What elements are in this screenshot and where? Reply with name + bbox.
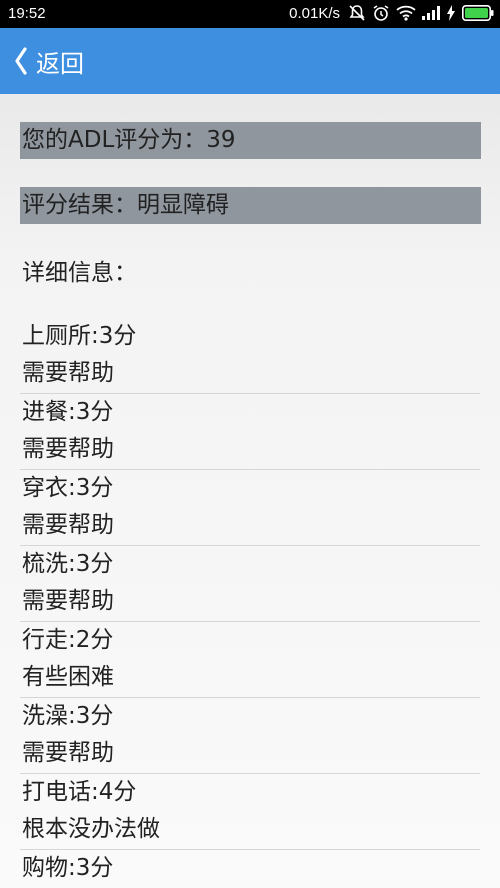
- charging-icon: [446, 5, 456, 21]
- adl-score-banner: 您的ADL评分为：39: [20, 122, 481, 159]
- detail-item: 行走:2分 有些困难: [20, 622, 480, 698]
- result-banner: 评分结果：明显障碍: [20, 187, 481, 224]
- item-score: 上厕所:3分: [22, 323, 137, 349]
- detail-item: 购物:3分: [20, 850, 480, 888]
- detail-heading: 详细信息：: [22, 260, 137, 286]
- mute-icon: [348, 4, 366, 22]
- item-status: 需要帮助: [22, 512, 114, 538]
- detail-item: 穿衣:3分 需要帮助: [20, 470, 480, 546]
- item-status: 需要帮助: [22, 740, 114, 766]
- back-label: 返回: [36, 49, 84, 78]
- item-score: 购物:3分: [22, 855, 114, 881]
- status-bar: 19:52 0.01K/s: [0, 0, 500, 28]
- result-content: 您的ADL评分为：39 评分结果：明显障碍 详细信息： 上厕所:3分 需要帮助 …: [0, 94, 500, 888]
- item-status: 需要帮助: [22, 360, 114, 386]
- status-time: 19:52: [8, 5, 46, 22]
- item-score: 梳洗:3分: [22, 551, 114, 577]
- chevron-left-icon: [14, 47, 28, 75]
- item-status: 根本没办法做: [22, 816, 160, 842]
- detail-item: 打电话:4分 根本没办法做: [20, 774, 480, 850]
- item-status: 需要帮助: [22, 436, 114, 462]
- detail-item: 洗澡:3分 需要帮助: [20, 698, 480, 774]
- network-speed: 0.01K/s: [289, 4, 340, 22]
- app-bar: 返回: [0, 28, 500, 94]
- battery-icon: [462, 5, 494, 21]
- signal-icon: [422, 6, 440, 20]
- item-score: 穿衣:3分: [22, 475, 114, 501]
- item-score: 打电话:4分: [22, 779, 137, 805]
- detail-item: 进餐:3分 需要帮助: [20, 394, 480, 470]
- item-status: 需要帮助: [22, 588, 114, 614]
- detail-item: 梳洗:3分 需要帮助: [20, 546, 480, 622]
- wifi-icon: [396, 5, 416, 21]
- item-score: 洗澡:3分: [22, 703, 114, 729]
- detail-item: 上厕所:3分 需要帮助: [20, 318, 480, 394]
- alarm-icon: [372, 4, 390, 22]
- item-score: 进餐:3分: [22, 399, 114, 425]
- back-button[interactable]: 返回: [14, 43, 84, 79]
- status-icons: 0.01K/s: [289, 4, 494, 22]
- item-score: 行走:2分: [22, 627, 114, 653]
- item-status: 有些困难: [22, 664, 114, 690]
